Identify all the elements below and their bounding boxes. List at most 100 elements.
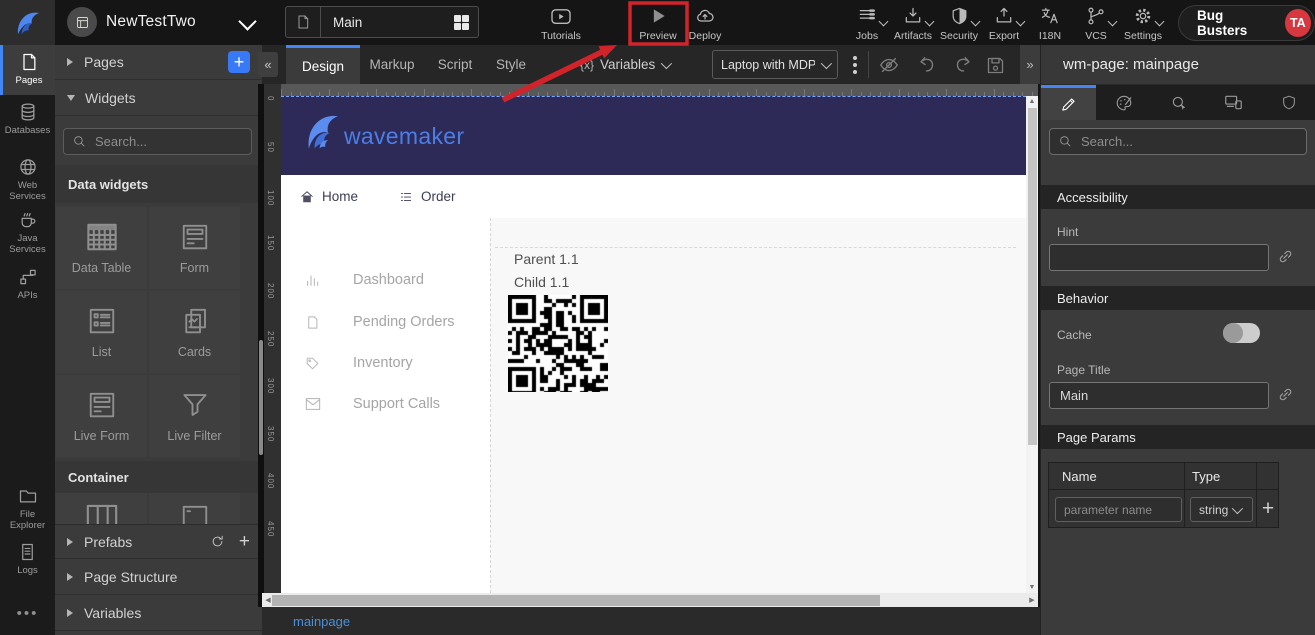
artifacts-button[interactable]: Artifacts [889,6,937,42]
properties-panel: wm-page: mainpage Accessibility Hint [1040,45,1315,635]
team-menu-button[interactable]: Bug Busters TA [1178,5,1315,41]
widget-tile-live-filter[interactable]: Live Filter [149,375,240,457]
preview-button[interactable]: Preview [633,6,683,42]
tab-properties[interactable] [1041,85,1096,120]
tab-design[interactable]: Design [286,45,360,84]
ruler-tick: 200 [266,283,275,299]
tutorials-button[interactable]: Tutorials [531,6,591,42]
collapse-panel-button[interactable]: « [258,52,278,77]
add-prefab-button[interactable]: + [239,531,250,553]
expand-toolbar-button[interactable]: » [1020,45,1040,84]
design-canvas[interactable]: wavemaker Home Order Dashboard Pending O… [281,96,1026,593]
properties-search-input[interactable] [1049,128,1307,155]
pages-accordion[interactable]: Pages + [55,45,262,80]
tab-events[interactable] [1151,85,1206,120]
vcs-button[interactable]: VCS [1074,6,1118,42]
tab-devices[interactable] [1206,85,1261,120]
page-header-widget[interactable]: wavemaker [281,96,1026,175]
menu-item-support-calls[interactable]: Support Calls [281,394,491,414]
rail-item-file-explorer[interactable]: File Explorer [0,486,55,532]
scrollbar-thumb[interactable] [1028,108,1037,445]
wavemaker-logo[interactable] [0,0,55,45]
toggle-visibility-icon[interactable] [878,54,900,76]
page-title-input[interactable] [1049,382,1269,409]
menu-item-pending-orders[interactable]: Pending Orders [281,312,491,332]
page-selector[interactable]: Main [285,6,479,38]
coffee-icon [18,210,38,230]
page-grid-icon[interactable] [454,15,469,30]
user-avatar[interactable]: TA [1285,9,1311,37]
bind-page-title-link-icon[interactable] [1277,386,1295,404]
refresh-prefabs-button[interactable] [210,534,225,549]
export-button[interactable]: Export [981,6,1027,42]
canvas-vertical-scrollbar[interactable]: ▲ ▼ [1026,96,1038,593]
rail-item-java-services[interactable]: Java Services [0,210,55,256]
jobs-button[interactable]: Jobs [845,6,889,42]
rail-item-logs[interactable]: Logs [0,542,55,577]
section-page-params[interactable]: Page Params [1041,425,1315,449]
widget-tile-form[interactable]: Form [149,207,240,289]
project-avatar[interactable] [67,7,97,37]
widget-tile-live-form[interactable]: Live Form [56,375,147,457]
rail-item-apis[interactable]: APIs [0,267,55,302]
undo-button[interactable] [916,54,938,76]
project-switcher-chevron-icon[interactable] [238,12,256,30]
scroll-right-arrow[interactable]: ▶ [1026,596,1038,604]
horizontal-ruler [281,84,1038,96]
document-icon [305,315,320,330]
wavemaker-wave-icon [303,110,343,154]
cache-toggle[interactable] [1223,323,1260,343]
rail-more-button[interactable]: ••• [0,605,55,622]
widget-tile-partial-1[interactable] [56,493,147,524]
scrollbar-thumb[interactable] [259,340,263,455]
deploy-button[interactable]: Deploy [679,6,731,42]
settings-button[interactable]: Settings [1118,6,1168,42]
ruler-tick: 100 [266,190,275,206]
widget-search-input[interactable] [63,128,252,155]
widget-tile-cards[interactable]: Cards [149,291,240,373]
team-name: Bug Busters [1197,8,1273,38]
scroll-down-arrow[interactable]: ▼ [1026,584,1038,591]
nav-item-home[interactable]: Home [300,189,358,204]
prefabs-accordion[interactable]: Prefabs + [55,524,262,559]
canvas-more-menu-button[interactable] [847,53,863,77]
logs-icon [18,542,37,562]
menu-item-dashboard[interactable]: Dashboard [281,270,491,290]
tab-style[interactable]: Style [486,45,536,84]
variables-dropdown[interactable]: {x} Variables [580,45,669,84]
bind-hint-link-icon[interactable] [1277,248,1295,266]
variables-accordion[interactable]: Variables [55,595,262,631]
tab-markup[interactable]: Markup [360,45,424,84]
add-page-button[interactable]: + [228,51,250,73]
i18n-button[interactable]: I18N [1028,6,1072,42]
tab-security[interactable] [1261,85,1315,120]
page-icon [295,14,311,30]
canvas-horizontal-scrollbar[interactable]: ◀ ▶ [262,593,1038,607]
param-name-input[interactable] [1055,497,1182,522]
home-icon [300,190,314,204]
scrollbar-thumb[interactable] [272,595,880,606]
redo-button[interactable] [952,54,974,76]
scroll-up-arrow[interactable]: ▲ [1026,98,1038,105]
section-accessibility[interactable]: Accessibility [1041,185,1315,209]
tab-styles[interactable] [1096,85,1151,120]
add-param-button[interactable]: + [1259,494,1277,524]
rail-item-web-services[interactable]: Web Services [0,157,55,203]
rail-item-databases[interactable]: Databases [0,102,55,137]
rail-item-pages[interactable]: Pages [0,45,55,95]
param-type-select[interactable]: string [1190,497,1253,522]
page-structure-accordion[interactable]: Page Structure [55,559,262,595]
section-behavior[interactable]: Behavior [1041,286,1315,310]
device-select[interactable]: Laptop with MDPI Screen [712,50,838,79]
widget-tile-data-table[interactable]: Data Table [56,207,147,289]
widget-tile-partial-2[interactable] [149,493,240,524]
hint-input[interactable] [1049,244,1269,271]
nav-item-order[interactable]: Order [399,189,456,204]
menu-item-inventory[interactable]: Inventory [281,353,491,373]
open-page-tab[interactable]: mainpage [293,614,350,629]
security-button[interactable]: Security [935,6,983,42]
widget-tile-list[interactable]: List [56,291,147,373]
tab-script[interactable]: Script [424,45,486,84]
save-button[interactable] [984,54,1006,76]
widgets-accordion[interactable]: Widgets [55,81,262,116]
